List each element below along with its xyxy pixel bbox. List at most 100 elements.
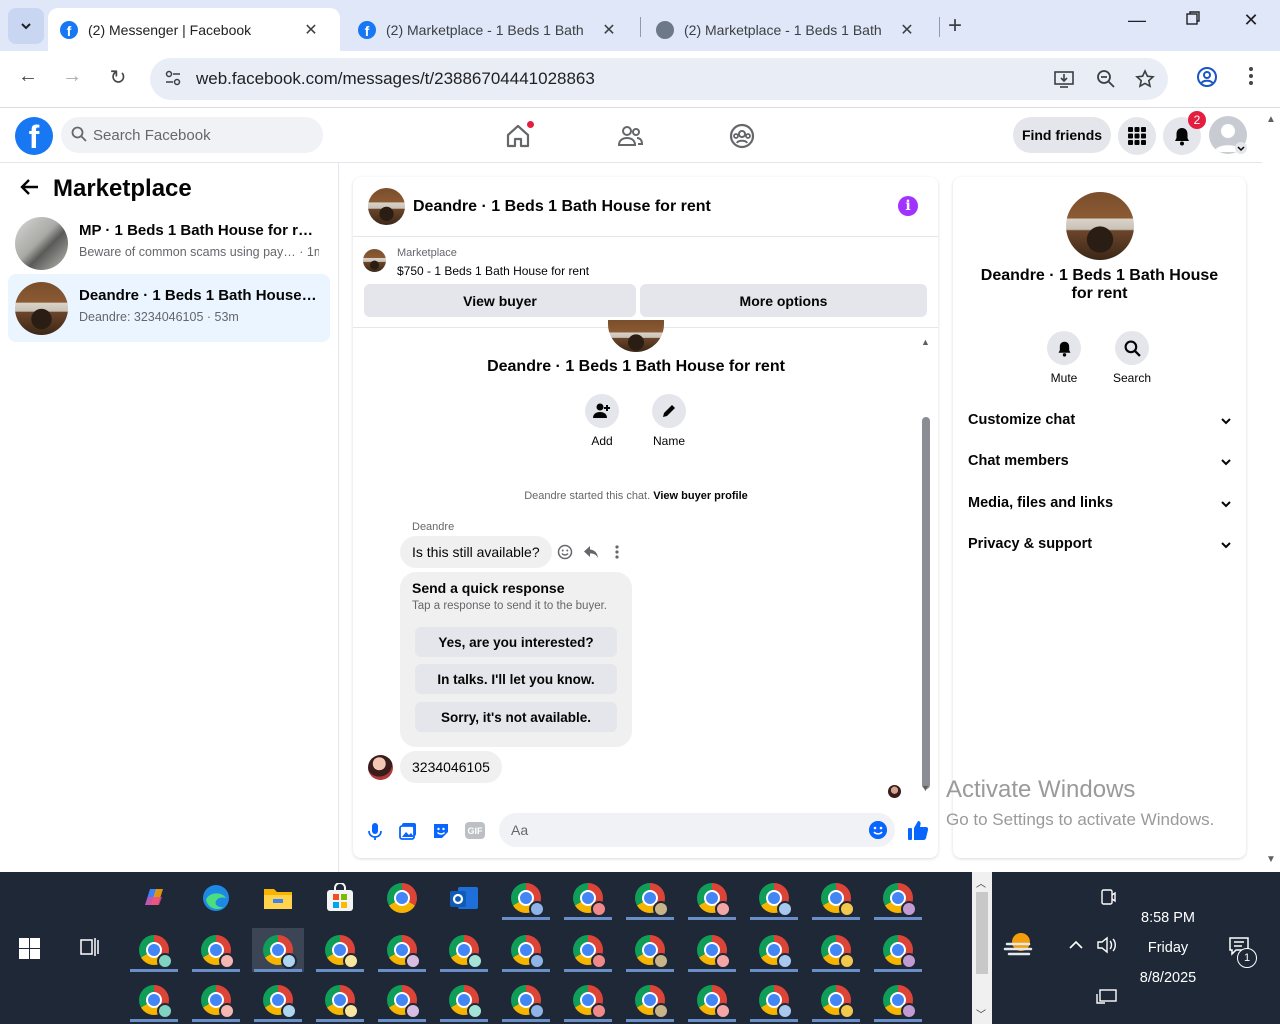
conversation-item-selected[interactable]: Deandre · 1 Beds 1 Bath House for … Dean… [8,274,330,342]
scroll-down-icon[interactable]: ▼ [1266,854,1276,865]
scroll-up-icon[interactable]: ▲ [921,337,930,347]
quick-response-option[interactable]: In talks. I'll let you know. [415,664,617,694]
chrome-window-button[interactable] [562,978,614,1022]
chrome-window-button[interactable] [872,928,924,972]
chat-title[interactable]: Deandre · 1 Beds 1 Bath House for rent [413,198,711,216]
chrome-window-button[interactable] [252,978,304,1022]
chrome-window-button[interactable] [252,928,304,972]
tab-close-icon[interactable]: ✕ [898,20,916,40]
chrome-window-button[interactable] [810,876,862,920]
chrome-window-button[interactable] [438,928,490,972]
task-view-icon[interactable] [79,936,101,964]
chrome-window-button[interactable] [624,978,676,1022]
chat-info-avatar[interactable] [1066,192,1134,260]
search-action[interactable]: Search [1102,331,1162,385]
tab-marketplace-2[interactable]: (2) Marketplace - 1 Beds 1 Bath ✕ [644,8,936,51]
chrome-app-icon[interactable] [376,876,428,920]
chrome-window-button[interactable] [314,978,366,1022]
facebook-logo-icon[interactable]: f [15,117,53,155]
forward-arrow-icon[interactable]: → [57,65,87,88]
tab-close-icon[interactable]: ✕ [600,20,618,40]
react-emoji-icon[interactable] [557,544,573,560]
chat-avatar[interactable] [368,188,405,225]
install-app-icon[interactable] [1054,69,1074,94]
gif-icon[interactable]: GIF [465,822,485,839]
chrome-window-button[interactable] [686,876,738,920]
page-scrollbar[interactable]: ▲ ▼ [1262,108,1280,872]
chrome-window-button[interactable] [872,978,924,1022]
tab-search-button[interactable] [8,8,44,44]
chrome-window-button[interactable] [624,928,676,972]
more-options-button[interactable]: More options [640,284,927,317]
view-buyer-button[interactable]: View buyer [364,284,636,317]
reply-icon[interactable] [583,544,599,560]
profile-icon[interactable] [1196,66,1218,94]
chrome-window-button[interactable] [128,978,180,1022]
file-explorer-icon[interactable] [252,876,304,920]
quick-response-option[interactable]: Sorry, it's not available. [415,702,617,732]
view-buyer-profile-link[interactable]: View buyer profile [653,490,748,502]
chrome-window-button[interactable] [376,978,428,1022]
scrollbar-thumb[interactable] [922,417,930,789]
facebook-search-input[interactable]: Search Facebook [61,117,323,153]
conversation-item[interactable]: MP · 1 Beds 1 Bath House for rent Beware… [8,209,330,277]
kebab-menu-icon[interactable] [1248,66,1254,92]
message-bubble[interactable]: Is this still available? [400,536,552,568]
chevron-up-icon[interactable] [1068,938,1084,956]
scrollbar-thumb[interactable] [976,892,988,974]
speaker-icon[interactable] [1096,936,1118,959]
reload-icon[interactable]: ↻ [103,65,133,90]
mute-action[interactable]: Mute [1034,331,1094,385]
chrome-window-button[interactable] [500,978,552,1022]
chrome-window-button[interactable] [314,928,366,972]
taskbar-overflow-scrollbar[interactable]: ︿ ﹀ [972,872,992,1024]
customize-chat-section[interactable]: Customize chat [968,412,1233,436]
thread-scrollbar[interactable]: ▲ ▼ [921,337,930,793]
minimize-icon[interactable]: — [1122,10,1152,31]
chrome-window-button[interactable] [128,928,180,972]
chrome-window-button[interactable] [190,928,242,972]
media-files-links-section[interactable]: Media, files and links [968,495,1233,519]
chrome-window-button[interactable] [500,928,552,972]
scroll-down-icon[interactable]: ▼ [921,783,930,793]
chrome-window-button[interactable] [438,978,490,1022]
chrome-window-button[interactable] [562,928,614,972]
chrome-window-button[interactable] [686,928,738,972]
friends-icon[interactable] [616,122,644,150]
back-arrow-icon[interactable]: ← [13,65,43,88]
privacy-support-section[interactable]: Privacy & support [968,536,1233,560]
tab-close-icon[interactable]: ✕ [302,20,320,40]
chrome-window-button[interactable] [810,978,862,1022]
window-close-icon[interactable]: ✕ [1236,10,1266,31]
site-settings-icon[interactable] [164,69,182,87]
sender-avatar[interactable] [368,755,393,780]
back-arrow-icon[interactable] [20,177,40,197]
microphone-icon[interactable] [365,821,385,841]
chrome-window-button[interactable] [748,876,800,920]
groups-icon[interactable] [728,122,756,150]
bookmark-star-icon[interactable] [1135,69,1155,94]
chrome-window-button[interactable] [624,876,676,920]
tab-messenger[interactable]: f (2) Messenger | Facebook ✕ [48,8,340,51]
clock-time[interactable]: 8:58 PM [1128,910,1208,926]
network-icon[interactable] [1096,988,1118,1011]
zoom-icon[interactable] [1096,69,1116,94]
address-bar[interactable]: web.facebook.com/messages/t/238867044410… [150,58,1168,100]
clock-date[interactable]: 8/8/2025 [1128,970,1208,986]
chevron-down-icon[interactable] [1235,142,1247,154]
chat-members-section[interactable]: Chat members [968,453,1233,477]
emoji-icon[interactable] [869,821,887,839]
chrome-window-button[interactable] [562,876,614,920]
find-friends-button[interactable]: Find friends [1013,117,1111,153]
quick-response-option[interactable]: Yes, are you interested? [415,627,617,657]
chrome-window-button[interactable] [500,876,552,920]
thumbs-up-icon[interactable] [907,819,929,841]
name-chat-action[interactable]: Name [639,394,699,448]
edge-app-icon[interactable] [190,876,242,920]
microsoft-store-icon[interactable] [314,876,366,920]
weather-icon[interactable] [1003,930,1039,965]
photo-icon[interactable] [398,821,418,841]
chrome-window-button[interactable] [810,928,862,972]
windows-start-icon[interactable] [19,938,40,959]
scroll-down-icon[interactable]: ﹀ [976,1006,986,1021]
